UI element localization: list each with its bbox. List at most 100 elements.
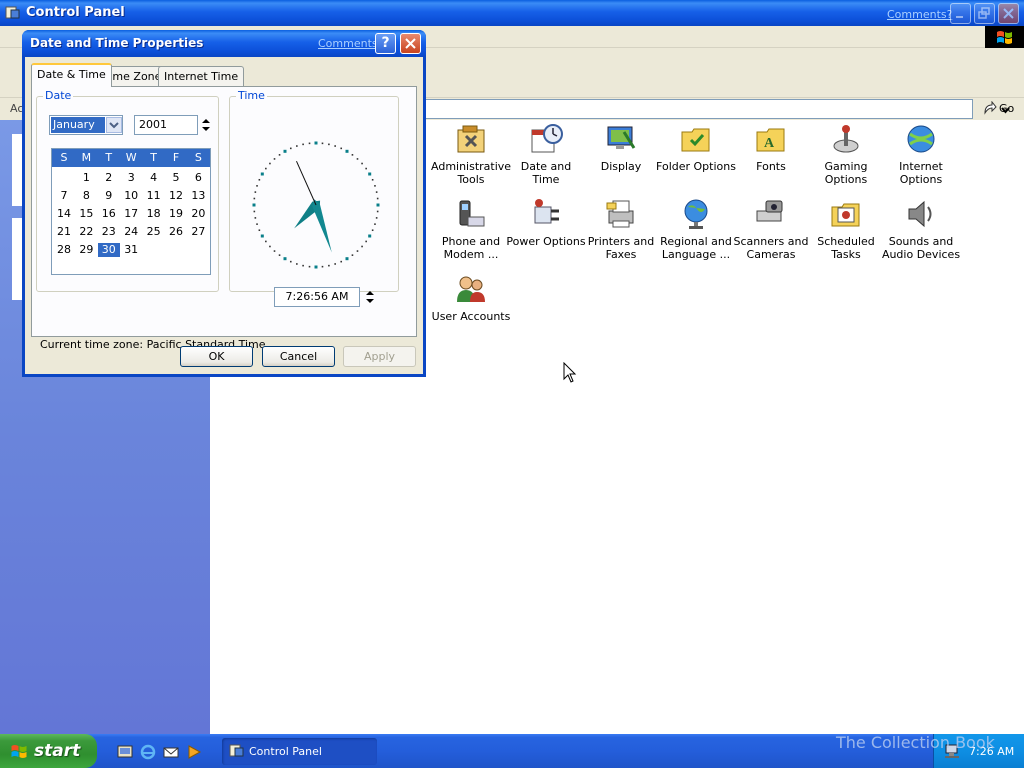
calendar-day[interactable]: 28 bbox=[53, 243, 75, 257]
control-panel-item-sounds-audio[interactable]: Sounds and Audio Devices bbox=[881, 197, 961, 261]
chevron-down-icon bbox=[109, 122, 119, 129]
calendar-day[interactable]: 1 bbox=[75, 171, 97, 185]
tab-date-time[interactable]: Date & Time bbox=[31, 63, 112, 87]
taskbar-button-control-panel[interactable]: Control Panel bbox=[222, 738, 377, 765]
control-panel-item-phone-modem[interactable]: Phone and Modem ... bbox=[431, 197, 511, 261]
calendar-day[interactable]: 4 bbox=[143, 171, 165, 185]
clock-minute-mark bbox=[371, 229, 374, 232]
calendar-day[interactable]: 18 bbox=[143, 207, 165, 221]
apply-button[interactable]: Apply bbox=[343, 346, 416, 367]
calendar-day[interactable]: 21 bbox=[53, 225, 75, 239]
clock-minute-mark bbox=[289, 260, 292, 263]
calendar-day[interactable]: 23 bbox=[98, 225, 120, 239]
dialog-comments-link[interactable]: Comments? bbox=[318, 37, 383, 50]
clock-minute-mark bbox=[254, 191, 257, 193]
clock-minute-mark bbox=[308, 265, 311, 268]
phone-modem-icon bbox=[459, 200, 485, 227]
start-button[interactable]: start bbox=[0, 734, 97, 768]
maximize-button[interactable] bbox=[974, 3, 995, 24]
clock-minute-mark bbox=[334, 145, 336, 147]
clock-minute-mark bbox=[375, 191, 378, 193]
calendar-day[interactable]: 29 bbox=[75, 243, 97, 257]
calendar-day[interactable]: 10 bbox=[120, 189, 142, 203]
calendar-weekday-label: S bbox=[60, 151, 68, 164]
month-select[interactable]: January bbox=[49, 115, 123, 135]
spinner-arrows-icon bbox=[202, 119, 210, 131]
clock-minute-mark bbox=[371, 178, 374, 181]
month-dropdown-button[interactable] bbox=[106, 117, 122, 133]
control-panel-item-printers-faxes[interactable]: Printers and Faxes bbox=[581, 197, 661, 261]
dialog-titlebar[interactable]: Date and Time Properties Comments? ? bbox=[22, 30, 426, 57]
show-desktop-icon[interactable] bbox=[117, 744, 133, 760]
outlook-express-icon[interactable] bbox=[163, 744, 179, 760]
calendar-day[interactable]: 7 bbox=[53, 189, 75, 203]
calendar-day[interactable]: 8 bbox=[75, 189, 97, 203]
calendar-day[interactable]: 15 bbox=[75, 207, 97, 221]
media-player-icon[interactable] bbox=[186, 744, 202, 760]
control-panel-item-gaming-options[interactable]: Gaming Options bbox=[806, 122, 886, 186]
calendar-day[interactable]: 22 bbox=[75, 225, 97, 239]
calendar-day[interactable]: 13 bbox=[187, 189, 209, 203]
comments-link[interactable]: Comments? bbox=[887, 8, 952, 21]
control-panel-item-power-options[interactable]: Power Options bbox=[506, 197, 586, 248]
calendar-day[interactable]: 16 bbox=[98, 207, 120, 221]
dialog-title: Date and Time Properties bbox=[30, 36, 204, 50]
year-spinner[interactable] bbox=[200, 115, 212, 135]
ok-button[interactable]: OK bbox=[180, 346, 253, 367]
help-button[interactable]: ? bbox=[375, 33, 396, 54]
calendar-day[interactable]: 17 bbox=[120, 207, 142, 221]
control-panel-item-user-accounts[interactable]: User Accounts bbox=[431, 272, 511, 323]
control-panel-item-scanners-cameras[interactable]: Scanners and Cameras bbox=[731, 197, 811, 261]
calendar-day[interactable]: 14 bbox=[53, 207, 75, 221]
calendar-day[interactable]: 5 bbox=[165, 171, 187, 185]
go-button[interactable]: Go bbox=[980, 100, 1020, 118]
calendar-day[interactable]: 25 bbox=[143, 225, 165, 239]
control-panel-item-regional-language[interactable]: Regional and Language ... bbox=[656, 197, 736, 261]
clock-hour-mark bbox=[314, 141, 318, 145]
year-field[interactable]: 2001 bbox=[134, 115, 198, 135]
minimize-button[interactable] bbox=[950, 3, 971, 24]
control-panel-item-folder-options[interactable]: Folder Options bbox=[656, 122, 736, 173]
control-panel-item-label: Fonts bbox=[756, 160, 786, 173]
clock-minute-mark bbox=[356, 158, 359, 160]
calendar-day[interactable]: 12 bbox=[165, 189, 187, 203]
control-panel-item-scheduled-tasks[interactable]: Scheduled Tasks bbox=[806, 197, 886, 261]
time-field[interactable]: 7:26:56 AM bbox=[274, 287, 360, 307]
calendar-day[interactable]: 6 bbox=[187, 171, 209, 185]
calendar-day-selected[interactable]: 30 bbox=[97, 243, 120, 257]
control-panel-titlebar[interactable]: Control Panel Comments? bbox=[0, 0, 1024, 26]
clock-minute-mark bbox=[269, 245, 271, 248]
calendar-day[interactable]: 31 bbox=[120, 243, 142, 257]
control-panel-item-label: Administrative Tools bbox=[431, 160, 512, 186]
time-spinner[interactable] bbox=[364, 287, 376, 307]
clock-minute-mark bbox=[289, 147, 292, 150]
month-calendar[interactable]: SMTWTFS 1 2 3 4 5 6 7 8 9 10 11 12 13 14 15 16 17 18 19 20 2… bbox=[51, 148, 211, 275]
calendar-day[interactable]: 11 bbox=[143, 189, 165, 203]
calendar-day[interactable]: 9 bbox=[98, 189, 120, 203]
control-panel-item-date-and-time[interactable]: Date and Time bbox=[506, 122, 586, 186]
calendar-weekday-label: S bbox=[194, 151, 202, 164]
calendar-day[interactable]: 24 bbox=[120, 225, 142, 239]
dialog-close-button[interactable] bbox=[400, 33, 421, 54]
clock-minute-mark bbox=[351, 254, 354, 256]
close-button[interactable] bbox=[998, 3, 1019, 24]
cancel-button[interactable]: Cancel bbox=[262, 346, 335, 367]
calendar-day[interactable]: 2 bbox=[98, 171, 120, 185]
date-and-time-icon bbox=[531, 124, 563, 153]
control-panel-item-administrative-tools[interactable]: Administrative Tools bbox=[431, 122, 511, 186]
tab-internet-time[interactable]: Internet Time bbox=[158, 66, 245, 87]
calendar-day[interactable]: 3 bbox=[120, 171, 142, 185]
calendar-day[interactable]: 19 bbox=[165, 207, 187, 221]
control-panel-item-display[interactable]: Display bbox=[581, 122, 661, 173]
internet-explorer-icon[interactable] bbox=[140, 744, 156, 760]
close-icon bbox=[1003, 8, 1014, 19]
control-panel-item-internet-options[interactable]: Internet Options bbox=[881, 122, 961, 186]
clock-minute-mark bbox=[273, 250, 276, 252]
calendar-day[interactable]: 27 bbox=[187, 225, 209, 239]
control-panel-item-fonts[interactable]: A Fonts bbox=[731, 122, 811, 173]
date-time-dialog: Date and Time Properties Comments? ? Dat… bbox=[22, 30, 426, 377]
clock-minute-mark bbox=[302, 143, 304, 146]
calendar-day[interactable]: 26 bbox=[165, 225, 187, 239]
calendar-weekday-label: T bbox=[105, 151, 113, 164]
calendar-day[interactable]: 20 bbox=[187, 207, 209, 221]
